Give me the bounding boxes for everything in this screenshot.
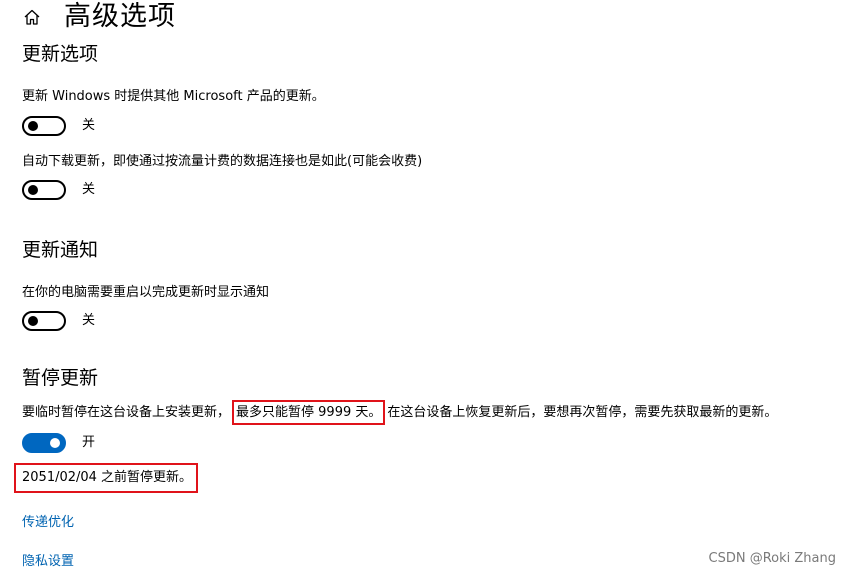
toggle-row-pause-updates: 开 — [22, 433, 95, 453]
toggle-other-products[interactable] — [22, 116, 66, 136]
watermark: CSDN @Roki Zhang — [708, 551, 836, 566]
toggle-knob — [28, 185, 38, 195]
settings-page: 高级选项 更新选项 更新 Windows 时提供其他 Microsoft 产品的… — [0, 0, 850, 577]
section-title-update-notifications: 更新通知 — [22, 239, 99, 261]
toggle-row-metered-download: 关 — [22, 180, 95, 200]
page-header: 高级选项 — [22, 0, 176, 34]
toggle-pause-updates[interactable] — [22, 433, 66, 453]
toggle-knob — [50, 438, 60, 448]
toggle-row-other-products: 关 — [22, 116, 95, 136]
toggle-knob — [28, 121, 38, 131]
pause-until-date: 2051/02/04 之前暂停更新。 — [14, 463, 199, 493]
section-title-pause-updates: 暂停更新 — [22, 367, 99, 389]
delivery-optimization-link[interactable]: 传递优化 — [22, 515, 74, 531]
pause-description-prefix: 要临时暂停在这台设备上安装更新， — [22, 405, 231, 420]
home-button[interactable] — [22, 7, 42, 27]
toggle-restart-notification[interactable] — [22, 311, 66, 331]
toggle-row-restart-notification: 关 — [22, 311, 95, 331]
pause-description: 要临时暂停在这台设备上安装更新， 最多只能暂停 9999 天。 在这台设备上恢复更新… — [22, 400, 778, 425]
toggle-state-label: 开 — [82, 435, 96, 450]
toggle-state-label: 关 — [82, 118, 96, 133]
section-title-update-options: 更新选项 — [22, 43, 99, 65]
privacy-settings-link[interactable]: 隐私设置 — [22, 554, 74, 570]
home-icon — [24, 9, 40, 25]
toggle-state-label: 关 — [82, 313, 96, 328]
page-title: 高级选项 — [64, 1, 176, 32]
toggle-state-label: 关 — [82, 182, 96, 197]
option-description: 更新 Windows 时提供其他 Microsoft 产品的更新。 — [22, 89, 325, 104]
pause-description-suffix: 在这台设备上恢复更新后，要想再次暂停，需要先获取最新的更新。 — [387, 405, 778, 420]
pause-max-days-highlight: 最多只能暂停 9999 天。 — [232, 400, 386, 425]
option-description: 在你的电脑需要重启以完成更新时显示通知 — [22, 285, 270, 300]
option-description: 自动下载更新，即使通过按流量计费的数据连接也是如此(可能会收费) — [22, 154, 423, 169]
toggle-metered-download[interactable] — [22, 180, 66, 200]
toggle-knob — [28, 316, 38, 326]
